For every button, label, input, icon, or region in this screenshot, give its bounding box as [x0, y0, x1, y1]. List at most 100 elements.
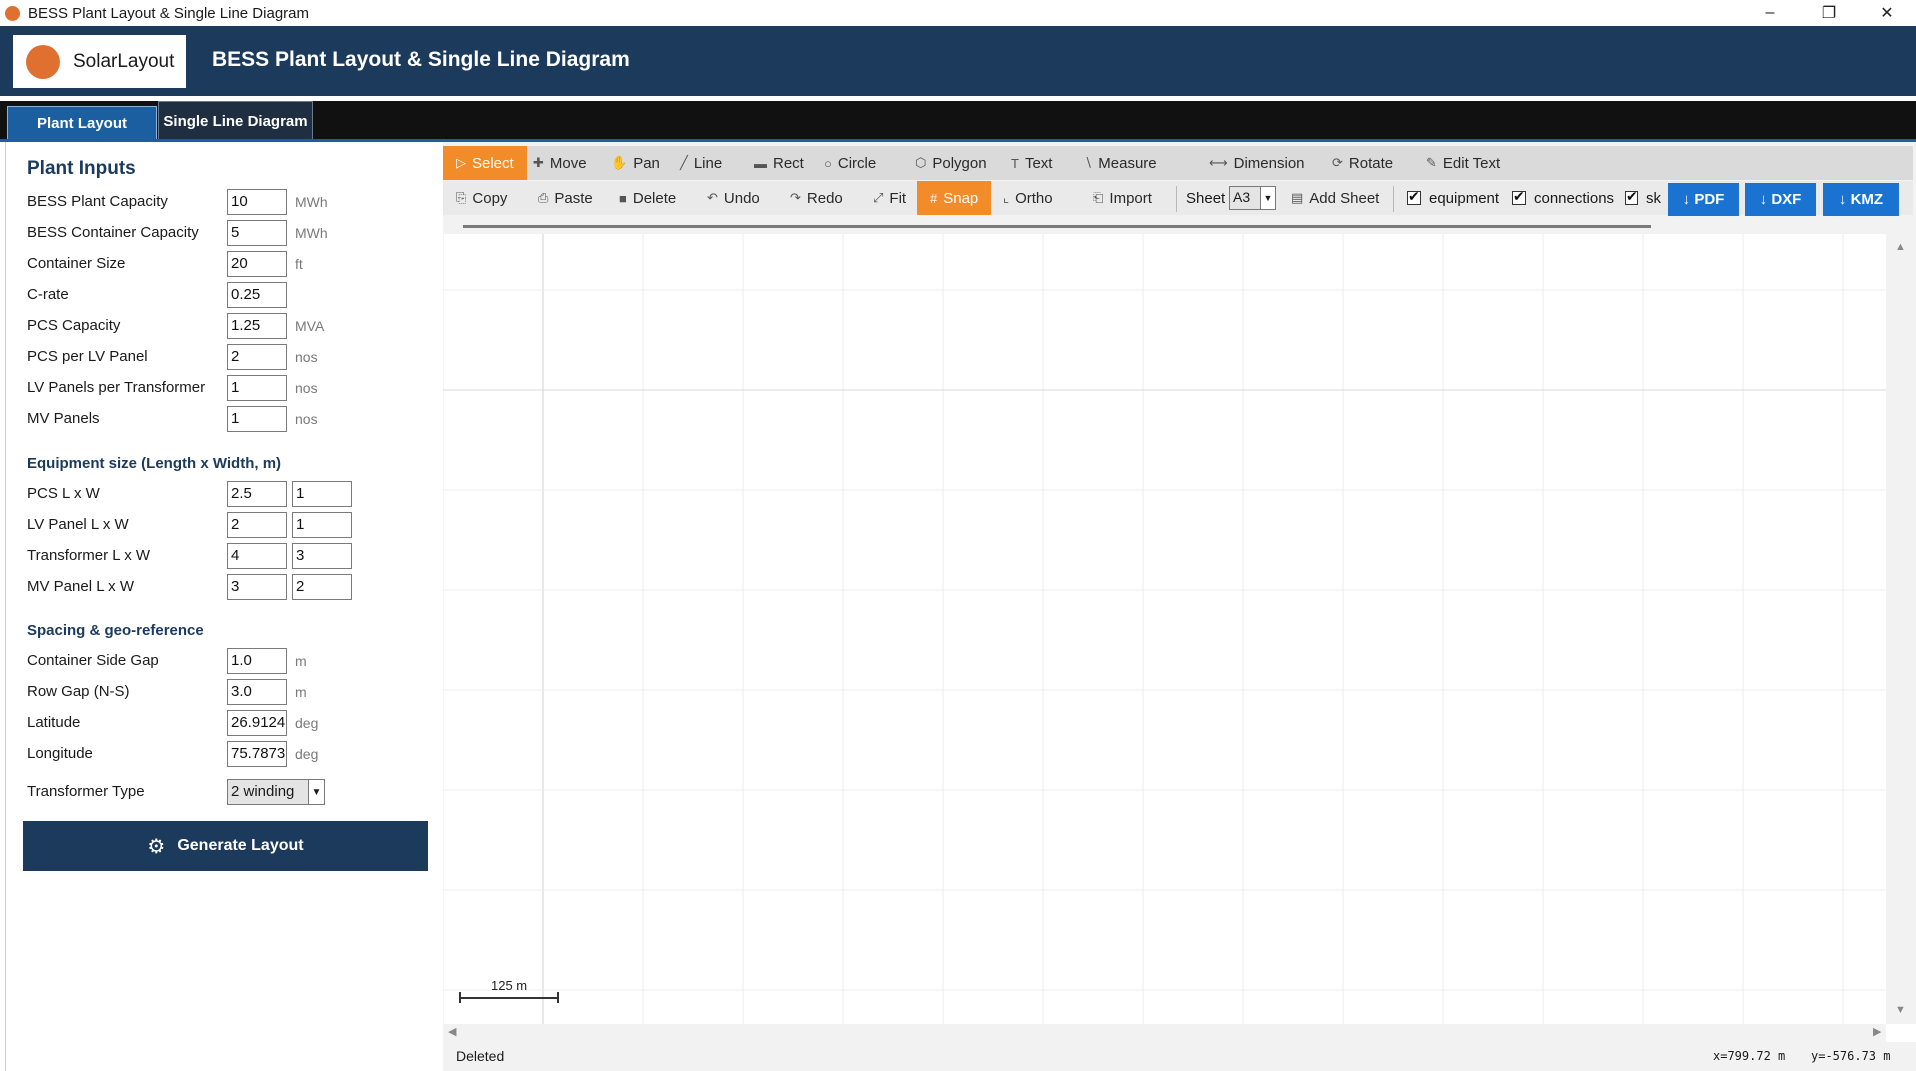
fit-label: Fit	[889, 189, 907, 207]
layout-canvas[interactable]	[443, 234, 1886, 1024]
field-label: Container Side Gap	[27, 652, 159, 669]
value-input[interactable]: 10	[227, 189, 287, 215]
value-input[interactable]: 2	[227, 344, 287, 370]
scroll-left-icon[interactable]: ◀	[448, 1025, 456, 1038]
value-input[interactable]: 26.9124	[227, 710, 287, 736]
length-input[interactable]: 3	[227, 574, 287, 600]
value-input[interactable]: 1.0	[227, 648, 287, 674]
value-input[interactable]: 3.0	[227, 679, 287, 705]
vertical-scrollbar[interactable]: ▲ ▼	[1886, 234, 1916, 1024]
redo-icon: ↷	[790, 190, 801, 205]
layer-label: connections	[1534, 189, 1615, 207]
select-tool-button[interactable]: ▷ Select	[443, 146, 527, 180]
fit-button[interactable]: ⤢ Fit	[873, 181, 906, 215]
circle-label: Circle	[837, 154, 877, 172]
move-tool-button[interactable]: ✚ Move	[533, 146, 587, 180]
length-input[interactable]: 2.5	[227, 481, 287, 507]
tab-plant-layout[interactable]: Plant Layout	[7, 106, 157, 140]
copy-button[interactable]: ⎘ Copy	[456, 181, 507, 215]
edit-text-label: Edit Text	[1442, 154, 1501, 172]
close-button[interactable]: ✕	[1858, 0, 1916, 26]
value-input[interactable]: 75.7873	[227, 741, 287, 767]
measure-tool-button[interactable]: ∖ Measure	[1084, 146, 1157, 180]
scroll-right-icon[interactable]: ▶	[1873, 1025, 1881, 1038]
import-button[interactable]: ⎗ Import	[1093, 181, 1152, 215]
transformer-type-value: 2 winding	[231, 783, 295, 800]
length-input[interactable]: 4	[227, 543, 287, 569]
input-row: Container Side Gap 1.0 m	[27, 648, 437, 674]
input-row: C-rate 0.25	[27, 282, 437, 308]
line-tool-button[interactable]: ╱ Line	[680, 146, 722, 180]
tab-bar: Plant Layout Single Line Diagram	[0, 101, 1916, 140]
download-kmz-button[interactable]: ↓ KMZ	[1823, 183, 1899, 216]
rotate-tool-button[interactable]: ⟳ Rotate	[1332, 146, 1393, 180]
move-label: Move	[549, 154, 587, 172]
paste-button[interactable]: ⎙ Paste	[538, 181, 593, 215]
horizontal-scrollbar[interactable]: ◀ ▶	[443, 1024, 1886, 1042]
layer-label: sk	[1646, 189, 1661, 207]
unit-label: nos	[295, 411, 318, 427]
delete-button[interactable]: ■ Delete	[619, 181, 676, 215]
redo-button[interactable]: ↷ Redo	[790, 181, 843, 215]
paste-icon: ⎙	[538, 190, 549, 205]
rect-label: Rect	[773, 154, 804, 172]
dimension-tool-button[interactable]: ⟷ Dimension	[1209, 146, 1305, 180]
input-row: LV Panels per Transformer 1 nos	[27, 375, 437, 401]
width-input[interactable]: 1	[292, 512, 352, 538]
value-input[interactable]: 5	[227, 220, 287, 246]
maximize-button[interactable]: ❐	[1800, 0, 1858, 26]
edit-text-tool-button[interactable]: ✎ Edit Text	[1426, 146, 1500, 180]
value-input[interactable]: 1	[227, 375, 287, 401]
toolbar-scrollbar[interactable]	[463, 225, 1651, 228]
undo-button[interactable]: ↶ Undo	[707, 181, 760, 215]
input-row: PCS per LV Panel 2 nos	[27, 344, 437, 370]
width-input[interactable]: 2	[292, 574, 352, 600]
length-input[interactable]: 2	[227, 512, 287, 538]
value-input[interactable]: 0.25	[227, 282, 287, 308]
window-title: BESS Plant Layout & Single Line Diagram	[28, 4, 309, 22]
copy-icon: ⎘	[456, 190, 467, 205]
circle-tool-button[interactable]: ○ Circle	[824, 146, 876, 180]
cursor-y-readout: y=-576.73 m	[1811, 1049, 1891, 1063]
toolbar-separator	[1393, 186, 1394, 212]
width-input[interactable]: 3	[292, 543, 352, 569]
download-dxf-button[interactable]: ↓ DXF	[1745, 183, 1816, 216]
rect-tool-button[interactable]: ▬ Rect	[754, 146, 804, 180]
add-sheet-icon: ▤	[1291, 190, 1304, 205]
scroll-up-icon[interactable]: ▲	[1895, 241, 1906, 253]
redo-label: Redo	[806, 189, 843, 207]
app-icon	[5, 5, 20, 21]
ortho-button[interactable]: ⌞ Ortho	[1003, 181, 1053, 215]
snap-icon: #	[930, 190, 938, 206]
width-input[interactable]: 1	[292, 481, 352, 507]
layer-sk-checkbox[interactable]: sk	[1625, 181, 1661, 215]
measure-label: Measure	[1098, 154, 1157, 172]
generate-layout-button[interactable]: ⚙ Generate Layout	[23, 821, 428, 871]
snap-button[interactable]: # Snap	[917, 181, 992, 215]
add-sheet-button[interactable]: ▤ Add Sheet	[1291, 181, 1379, 215]
transformer-type-select[interactable]: 2 winding ▼	[227, 779, 325, 805]
input-row: PCS L x W 2.5 1	[27, 481, 437, 507]
polygon-tool-button[interactable]: ⬡ Polygon	[915, 146, 987, 180]
sheet-value: A3	[1233, 189, 1251, 205]
unit-label: MWh	[295, 194, 328, 210]
scroll-down-icon[interactable]: ▼	[1895, 1004, 1906, 1016]
value-input[interactable]: 20	[227, 251, 287, 277]
snap-label: Snap	[943, 189, 979, 207]
value-input[interactable]: 1	[227, 406, 287, 432]
pan-tool-button[interactable]: ✋ Pan	[611, 146, 660, 180]
select-icon: ▷	[456, 155, 466, 170]
minimize-button[interactable]: –	[1741, 0, 1799, 26]
download-pdf-button[interactable]: ↓ PDF	[1668, 183, 1739, 216]
field-label: PCS Capacity	[27, 317, 121, 334]
text-tool-button[interactable]: T Text	[1011, 146, 1052, 180]
unit-label: m	[295, 653, 307, 669]
value-input[interactable]: 1.25	[227, 313, 287, 339]
field-label: PCS L x W	[27, 485, 100, 502]
layer-connections-checkbox[interactable]: connections	[1512, 181, 1614, 215]
text-label: Text	[1024, 154, 1053, 172]
app-header: SolarLayout BESS Plant Layout & Single L…	[0, 26, 1916, 96]
layer-equipment-checkbox[interactable]: equipment	[1407, 181, 1499, 215]
sheet-select[interactable]: A3 ▼	[1229, 186, 1276, 210]
tab-single-line-diagram[interactable]: Single Line Diagram	[158, 101, 313, 140]
